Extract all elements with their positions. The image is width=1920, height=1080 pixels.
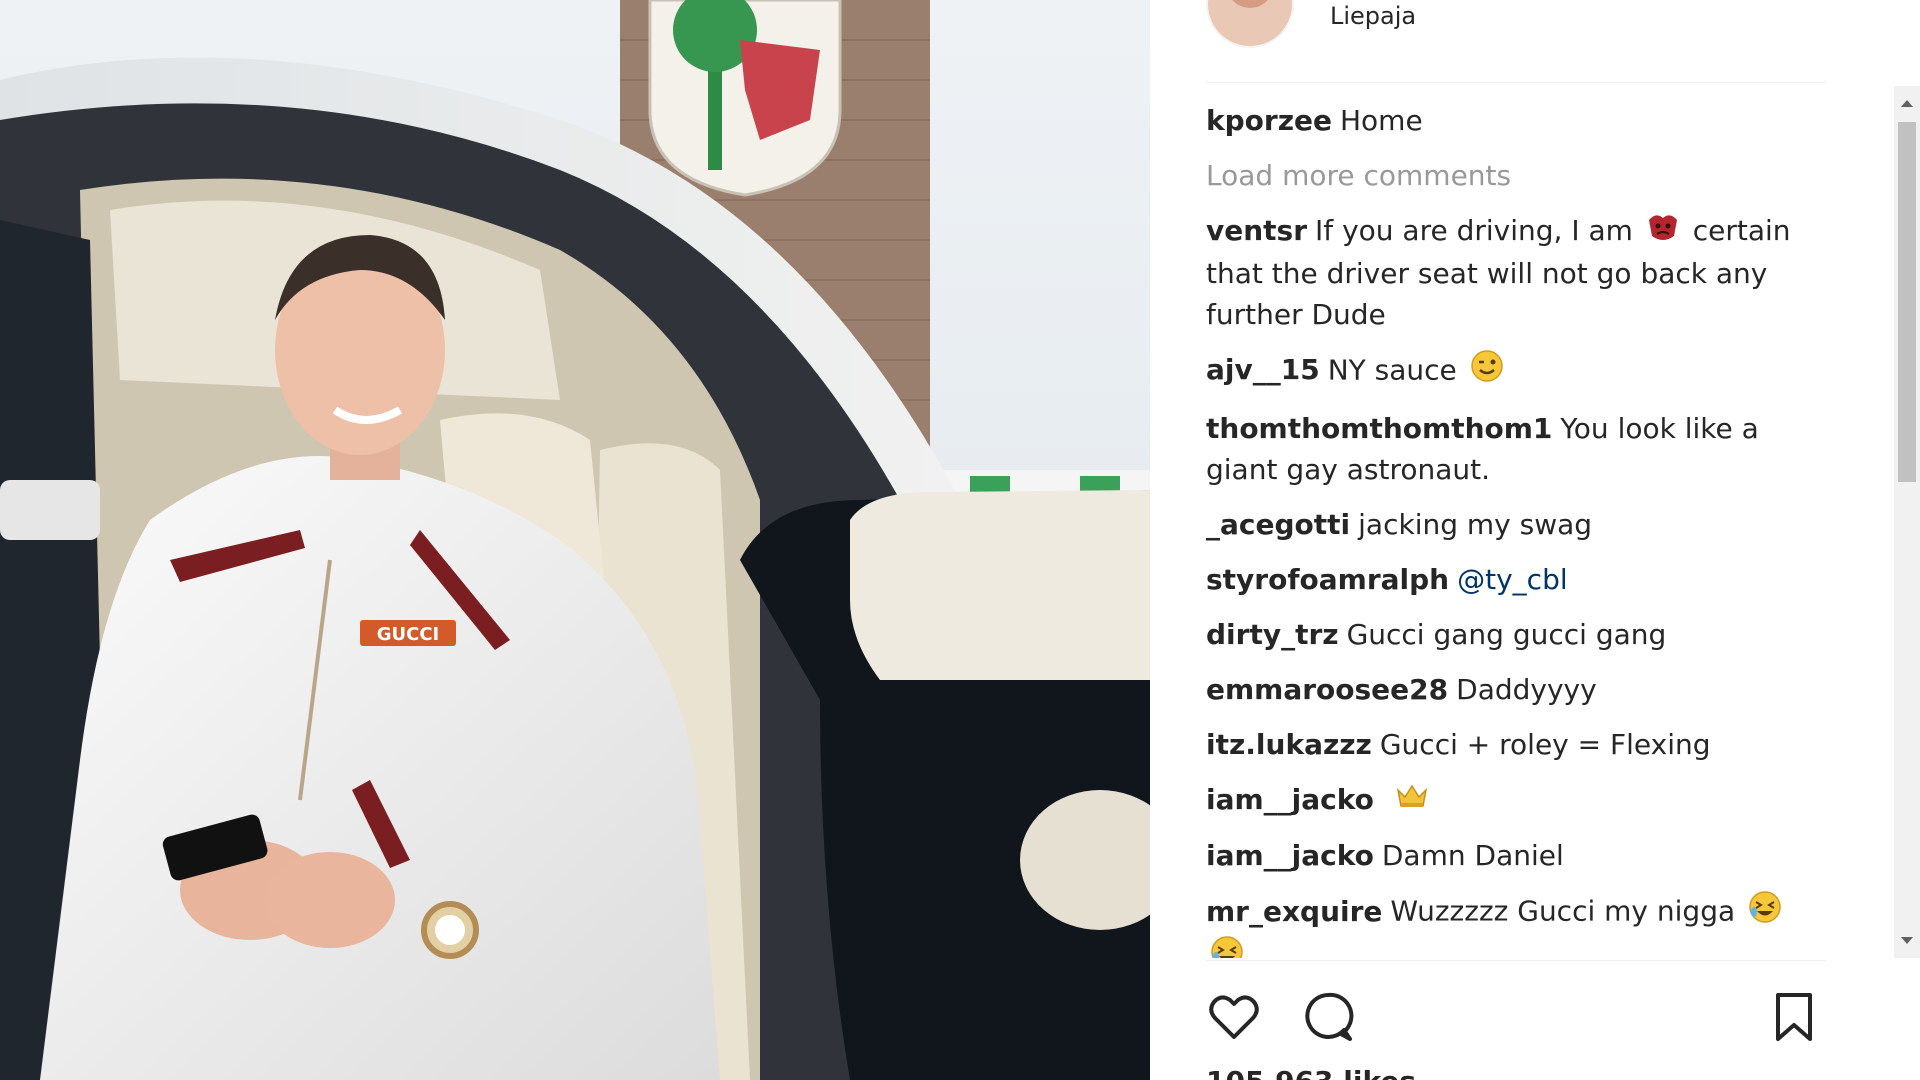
comment-username[interactable]: emmaroosee28 [1206,673,1448,706]
author-avatar[interactable] [1206,0,1294,48]
winking-face-icon [1470,349,1504,394]
post-header: Liepaja [1206,0,1826,83]
comment-button[interactable] [1300,989,1356,1045]
comment-item: dirty_trz Gucci gang gucci gang [1206,614,1816,655]
comment-username[interactable]: thomthomthomthom1 [1206,412,1552,445]
comment-text: Daddyyyy [1456,672,1597,706]
comment-text: If you are driving, I am [1315,214,1633,247]
comment-item: ventsr If you are driving, I am certain t… [1206,210,1816,335]
comment-text: jacking my swag [1358,507,1593,541]
save-button[interactable] [1766,989,1822,1045]
comments-scrollbar[interactable] [1894,86,1920,958]
post-location[interactable]: Liepaja [1330,2,1416,30]
post-actions-bar: 105,963 likes [1206,960,1826,1080]
scroll-up-arrow-icon[interactable] [1901,100,1913,107]
comment-username[interactable]: itz.lukazzz [1206,728,1372,761]
rolling-laughing-face-icon [1748,890,1782,935]
comment-username[interactable]: styrofoamralph [1206,563,1449,596]
comment-item: styrofoamralph @ty_cbl [1206,559,1816,600]
comment-username[interactable]: iam__jacko [1206,783,1374,816]
caption-text: Home [1340,104,1423,137]
post-side-panel: Liepaja kporzee Home Load more comments v… [1150,0,1920,1080]
post-photo: GUCCI [0,0,1150,1080]
comment-item: iam__jacko Damn Daniel [1206,835,1816,876]
comment-text: Gucci gang gucci gang [1346,617,1667,651]
comment-item: thomthomthomthom1 You look like a giant g… [1206,408,1816,490]
post-caption: kporzee Home [1206,100,1816,141]
comment-username[interactable]: _acegotti [1206,508,1350,541]
likes-count[interactable]: 105,963 likes [1206,1065,1416,1080]
angry-face-icon [1646,212,1680,253]
post-photo-illustration: GUCCI [0,0,1150,1080]
comment-username[interactable]: ventsr [1206,214,1307,247]
jacket-logo-text: GUCCI [377,624,440,645]
instagram-post-view: GUCCI Liepaja kporzee Home Load more com… [0,0,1920,1080]
bookmark-icon [1776,993,1812,1041]
comment-item: _acegotti jacking my swag [1206,504,1816,545]
comment-mention-link[interactable]: @ty_cbl [1457,563,1568,596]
comment-item: mr_exquire Wuzzzzz Gucci my nigga [1206,890,1816,958]
comment-item: ajv__15 NY sauce [1206,349,1816,394]
like-button[interactable] [1206,989,1262,1045]
comment-text: Gucci + roley = Flexing [1379,727,1711,761]
comment-username[interactable]: mr_exquire [1206,895,1382,928]
crown-icon [1395,780,1429,821]
comment-item: iam__jacko [1206,779,1816,822]
comment-username[interactable]: dirty_trz [1206,618,1339,651]
comment-username[interactable]: ajv__15 [1206,353,1320,386]
rolling-laughing-face-icon [1210,935,1244,958]
comment-item: emmaroosee28 Daddyyyy [1206,669,1816,710]
heart-icon [1209,995,1259,1039]
comment-text: Wuzzzzz Gucci my nigga [1390,894,1736,928]
comment-text: NY sauce [1327,353,1457,386]
comments-list: kporzee Home Load more comments ventsr If … [1206,100,1816,958]
comment-bubble-icon [1305,992,1354,1041]
comment-username[interactable]: iam__jacko [1206,839,1374,872]
comment-text: Damn Daniel [1381,839,1564,872]
scrollbar-thumb[interactable] [1898,122,1916,482]
scroll-down-arrow-icon[interactable] [1901,937,1913,944]
caption-username[interactable]: kporzee [1206,104,1332,137]
comment-item: itz.lukazzz Gucci + roley = Flexing [1206,724,1816,765]
load-more-comments-button[interactable]: Load more comments [1206,159,1816,192]
avatar-face [1228,0,1272,8]
